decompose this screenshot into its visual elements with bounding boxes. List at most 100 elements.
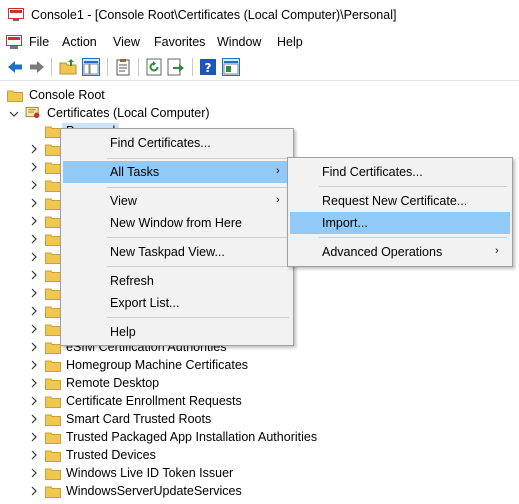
menu-label: Find Certificates... (110, 136, 211, 150)
export-icon[interactable] (167, 58, 185, 76)
menu-refresh[interactable]: Refresh (63, 270, 291, 292)
title-bar: Console1 - [Console Root\Certificates (L… (0, 0, 519, 31)
chevron-right-icon[interactable] (29, 216, 39, 226)
menu-label: View (110, 194, 137, 208)
folder-icon (45, 378, 61, 390)
tree-item[interactable]: Trusted Packaged App Installation Author… (0, 428, 519, 446)
menu-file[interactable]: File (29, 35, 49, 49)
menu-find-certificates[interactable]: Find Certificates... (63, 132, 291, 154)
menu-view[interactable]: View (113, 35, 140, 49)
svg-text:?: ? (205, 61, 212, 75)
chevron-down-icon[interactable] (9, 109, 19, 119)
chevron-right-icon[interactable] (29, 342, 39, 352)
tree-item[interactable]: Trusted Devices (0, 446, 519, 464)
folder-icon (45, 306, 61, 318)
folder-icon (45, 486, 61, 498)
folder-icon (45, 270, 61, 282)
tree-label: Smart Card Trusted Roots (66, 412, 212, 426)
menu-new-taskpad[interactable]: New Taskpad View... (63, 241, 291, 263)
menu-label: Help (110, 325, 136, 339)
show-hide-tree-icon[interactable] (82, 58, 100, 76)
chevron-right-icon[interactable] (29, 432, 39, 442)
tree-label: Certificate Enrollment Requests (66, 394, 242, 408)
forward-icon[interactable] (28, 58, 46, 76)
menu-action[interactable]: Action (62, 35, 97, 49)
chevron-right-icon[interactable] (29, 378, 39, 388)
chevron-right-icon[interactable] (29, 162, 39, 172)
folder-icon (45, 396, 61, 408)
toolbar-separator (192, 58, 193, 76)
submenu-import[interactable]: Import... (290, 212, 510, 234)
window-title: Console1 - [Console Root\Certificates (L… (31, 8, 397, 22)
menu-bar: File Action View Favorites Window Help (0, 31, 519, 53)
menu-view[interactable]: View › (63, 190, 291, 212)
chevron-right-icon[interactable] (29, 198, 39, 208)
menu-export-list[interactable]: Export List... (63, 292, 291, 314)
chevron-right-icon[interactable] (29, 180, 39, 190)
submenu-arrow-icon: › (276, 165, 280, 177)
menu-window[interactable]: Window (217, 35, 261, 49)
menu-label: Find Certificates... (322, 165, 423, 179)
refresh-icon[interactable] (145, 58, 163, 76)
context-menu: Find Certificates... All Tasks › View › … (60, 128, 294, 346)
help-icon[interactable]: ? (199, 58, 217, 76)
submenu-find-certificates[interactable]: Find Certificates... (290, 161, 510, 183)
chevron-right-icon[interactable] (29, 450, 39, 460)
menu-label: Refresh (110, 274, 154, 288)
chevron-right-icon[interactable] (29, 306, 39, 316)
menu-favorites[interactable]: Favorites (154, 35, 205, 49)
chevron-right-icon[interactable] (29, 234, 39, 244)
folder-icon (45, 450, 61, 462)
menu-label: New Window from Here (110, 216, 242, 230)
toolbar-separator (138, 58, 139, 76)
back-icon[interactable] (6, 58, 24, 76)
chevron-right-icon[interactable] (29, 144, 39, 154)
certificates-snapin-icon (25, 106, 40, 119)
menu-separator (107, 158, 289, 159)
folder-icon (7, 90, 23, 102)
properties-icon[interactable] (222, 58, 240, 76)
tree-item[interactable]: Homegroup Machine Certificates (0, 356, 519, 374)
console-menu-icon[interactable] (6, 34, 22, 50)
tree-label: Remote Desktop (66, 376, 160, 390)
all-tasks-submenu: Find Certificates... Request New Certifi… (287, 157, 513, 267)
up-folder-icon[interactable] (59, 58, 77, 76)
chevron-right-icon[interactable] (29, 288, 39, 298)
chevron-right-icon[interactable] (29, 486, 39, 496)
tree-item[interactable]: Windows Live ID Token Issuer (0, 464, 519, 482)
chevron-right-icon[interactable] (29, 324, 39, 334)
menu-help[interactable]: Help (277, 35, 303, 49)
chevron-right-icon[interactable] (29, 252, 39, 262)
export-list-icon[interactable] (114, 58, 132, 76)
tree-item-console-root[interactable]: Console Root (0, 86, 519, 104)
tree-item[interactable]: WindowsServerUpdateServices (0, 482, 519, 500)
submenu-advanced-operations[interactable]: Advanced Operations › (290, 241, 510, 263)
chevron-right-icon[interactable] (29, 396, 39, 406)
tree-label: Trusted Devices (66, 448, 156, 462)
folder-icon (45, 126, 61, 138)
chevron-right-icon[interactable] (29, 270, 39, 280)
chevron-right-icon[interactable] (29, 468, 39, 478)
menu-label: Export List... (110, 296, 180, 310)
menu-separator (107, 237, 289, 238)
toolbar-separator (107, 58, 108, 76)
menu-all-tasks[interactable]: All Tasks › (63, 161, 291, 183)
folder-icon (45, 324, 61, 336)
menu-label: Import... (322, 216, 368, 230)
chevron-right-icon[interactable] (29, 360, 39, 370)
tree-label: Windows Live ID Token Issuer (66, 466, 234, 480)
tree-item[interactable]: Remote Desktop (0, 374, 519, 392)
folder-icon (45, 252, 61, 264)
menu-help[interactable]: Help (63, 321, 291, 343)
submenu-request-new-certificate[interactable]: Request New Certificate... (290, 190, 510, 212)
folder-icon (45, 342, 61, 354)
menu-new-window[interactable]: New Window from Here (63, 212, 291, 234)
menu-label: Request New Certificate... (322, 194, 468, 208)
tree-item-certificates[interactable]: Certificates (Local Computer) (0, 104, 519, 122)
menu-separator (319, 237, 507, 238)
tree-item[interactable]: Smart Card Trusted Roots (0, 410, 519, 428)
chevron-right-icon[interactable] (29, 414, 39, 424)
menu-separator (107, 266, 289, 267)
tree-label: Homegroup Machine Certificates (66, 358, 249, 372)
tree-item[interactable]: Certificate Enrollment Requests (0, 392, 519, 410)
